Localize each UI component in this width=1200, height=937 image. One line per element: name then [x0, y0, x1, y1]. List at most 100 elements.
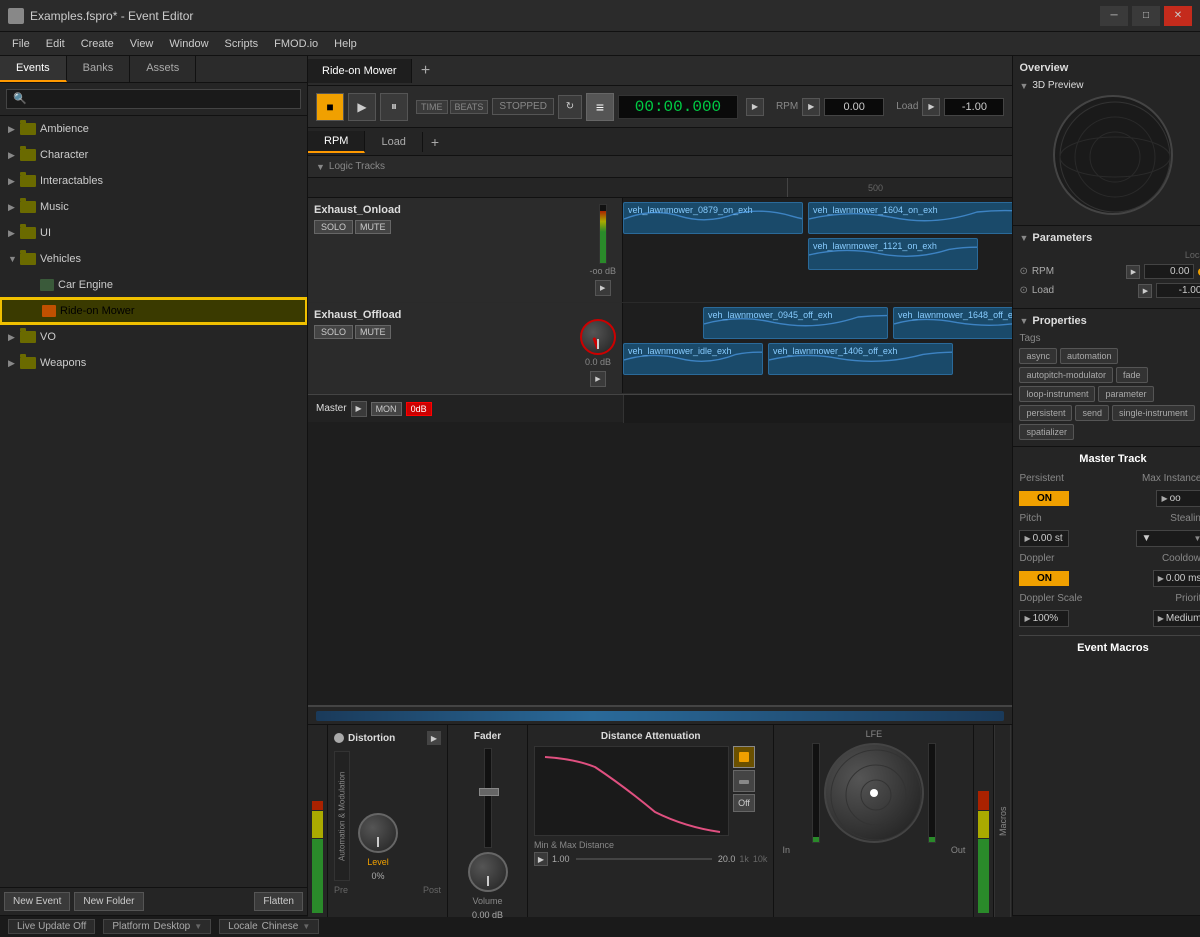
cooldown-value[interactable]: ▶ 0.00 ms	[1153, 570, 1200, 587]
stop-button[interactable]: ■	[316, 93, 344, 121]
menu-file[interactable]: File	[4, 36, 38, 52]
rpm-param-input[interactable]	[1144, 264, 1194, 279]
stealing-dropdown[interactable]: ▼ ▼	[1136, 530, 1200, 547]
dist-off-button[interactable]: Off	[733, 794, 755, 812]
pause-button[interactable]: ⏸	[380, 93, 408, 121]
volume-knob-exhaust-offload[interactable]	[580, 319, 616, 355]
track-play-exhaust-offload[interactable]: ▶	[590, 371, 606, 387]
audio-clip-1406[interactable]: veh_lawnmower_1406_off_exh	[768, 343, 953, 375]
fader-handle[interactable]	[479, 788, 499, 796]
track-play-exhaust-onload[interactable]: ▶	[595, 280, 611, 296]
menu-view[interactable]: View	[122, 36, 162, 52]
menu-scripts[interactable]: Scripts	[217, 36, 267, 52]
solo-button-exhaust-onload[interactable]: SOLO	[314, 220, 353, 234]
tab-assets[interactable]: Assets	[130, 56, 196, 82]
audio-clip-0945[interactable]: veh_lawnmower_0945_off_exh	[703, 307, 888, 339]
tag-single-instrument[interactable]: single-instrument	[1112, 405, 1195, 421]
play-button[interactable]: ▶	[348, 93, 376, 121]
audio-clip-1604[interactable]: veh_lawnmower_1604_on_exh	[808, 202, 1012, 234]
master-play-button[interactable]: ▶	[351, 401, 367, 417]
tree-item-ui[interactable]: ▶ UI	[0, 220, 307, 246]
new-folder-button[interactable]: New Folder	[74, 892, 143, 911]
dist-slider-bar[interactable]	[576, 858, 712, 860]
distortion-play[interactable]: ▶	[427, 731, 441, 745]
audio-clip-1648[interactable]: veh_lawnmower_1648_off_exh	[893, 307, 1012, 339]
param-tab-load[interactable]: Load	[365, 132, 422, 152]
param-tab-rpm[interactable]: RPM	[308, 131, 365, 153]
preview-3d-arrow[interactable]: ▼	[1019, 81, 1028, 91]
audio-clip-idle[interactable]: veh_lawnmower_idle_exh	[623, 343, 763, 375]
timeline-button[interactable]: ≡	[586, 93, 614, 121]
search-input[interactable]	[6, 89, 301, 109]
locale-item[interactable]: Locale Chinese ▼	[219, 919, 319, 934]
menu-window[interactable]: Window	[161, 36, 216, 52]
event-tab-ride-on-mower[interactable]: Ride-on Mower	[308, 59, 412, 83]
persistent-on-button[interactable]: ON	[1019, 491, 1069, 506]
priority-value[interactable]: ▶ Medium	[1153, 610, 1200, 627]
tree-item-interactables[interactable]: ▶ Interactables	[0, 168, 307, 194]
max-instances-play[interactable]: ▶	[1161, 494, 1167, 503]
live-update-item[interactable]: Live Update Off	[8, 919, 95, 934]
panner-knob[interactable]	[824, 743, 924, 843]
load-param-input[interactable]	[1156, 283, 1200, 298]
tag-fade[interactable]: fade	[1116, 367, 1148, 383]
tree-item-ambience[interactable]: ▶ Ambience	[0, 116, 307, 142]
tag-parameter[interactable]: parameter	[1098, 386, 1153, 402]
load-param-play[interactable]: ▶	[1138, 284, 1152, 298]
rpm-param-play[interactable]: ▶	[1126, 265, 1140, 279]
tab-events[interactable]: Events	[0, 56, 67, 82]
solo-button-exhaust-offload[interactable]: SOLO	[314, 325, 353, 339]
transport-play-fwd[interactable]: ▶	[746, 98, 764, 116]
close-button[interactable]: ✕	[1164, 6, 1192, 26]
maximize-button[interactable]: □	[1132, 6, 1160, 26]
mute-button-exhaust-offload[interactable]: MUTE	[355, 325, 391, 339]
tag-persistent[interactable]: persistent	[1019, 405, 1072, 421]
dist-btn-1[interactable]	[733, 746, 755, 768]
minimize-button[interactable]: ─	[1100, 6, 1128, 26]
tree-item-music[interactable]: ▶ Music	[0, 194, 307, 220]
add-param-tab-button[interactable]: +	[423, 130, 447, 154]
doppler-scale-value[interactable]: ▶ 100%	[1019, 610, 1069, 627]
tag-loop-instrument[interactable]: loop-instrument	[1019, 386, 1095, 402]
tree-item-ride-on-mower[interactable]: Ride-on Mower	[0, 298, 307, 324]
dist-btn-2[interactable]	[733, 770, 755, 792]
flatten-button[interactable]: Flatten	[254, 892, 303, 911]
tag-autopitch-modulator[interactable]: autopitch-modulator	[1019, 367, 1113, 383]
tree-item-vo[interactable]: ▶ VO	[0, 324, 307, 350]
distortion-level-knob[interactable]	[358, 813, 398, 853]
menu-help[interactable]: Help	[326, 36, 365, 52]
menu-fmodio[interactable]: FMOD.io	[266, 36, 326, 52]
doppler-on-button[interactable]: ON	[1019, 571, 1069, 586]
tag-automation[interactable]: automation	[1060, 348, 1119, 364]
add-event-tab-button[interactable]: +	[412, 57, 440, 85]
tab-banks[interactable]: Banks	[67, 56, 131, 82]
time-mode-time[interactable]: TIME	[416, 100, 448, 114]
menu-edit[interactable]: Edit	[38, 36, 73, 52]
audio-clip-0879[interactable]: veh_lawnmower_0879_on_exh	[623, 202, 803, 234]
tag-send[interactable]: send	[1075, 405, 1109, 421]
fader-volume-knob[interactable]	[468, 852, 508, 892]
tree-item-vehicles[interactable]: ▼ Vehicles	[0, 246, 307, 272]
pitch-value[interactable]: ▶ 0.00 st	[1019, 530, 1069, 547]
platform-item[interactable]: Platform Desktop ▼	[103, 919, 211, 934]
loop-button[interactable]: ↻	[558, 95, 582, 119]
time-mode-beats[interactable]: BEATS	[450, 100, 489, 114]
load-play-button[interactable]: ▶	[922, 98, 940, 116]
min-dist-play[interactable]: ▶	[534, 852, 548, 866]
logic-tracks-arrow[interactable]: ▼	[316, 162, 325, 172]
audio-clip-1121[interactable]: veh_lawnmower_1121_on_exh	[808, 238, 978, 270]
tag-spatializer[interactable]: spatializer	[1019, 424, 1074, 440]
rpm-input[interactable]: 0.00	[824, 98, 884, 116]
load-input[interactable]: -1.00	[944, 98, 1004, 116]
tree-item-car-engine[interactable]: Car Engine	[0, 272, 307, 298]
mute-button-exhaust-onload[interactable]: MUTE	[355, 220, 391, 234]
rpm-play-button[interactable]: ▶	[802, 98, 820, 116]
menu-create[interactable]: Create	[73, 36, 122, 52]
mon-button[interactable]: MON	[371, 402, 402, 416]
tree-item-weapons[interactable]: ▶ Weapons	[0, 350, 307, 376]
tree-item-character[interactable]: ▶ Character	[0, 142, 307, 168]
tag-async[interactable]: async	[1019, 348, 1057, 364]
params-arrow[interactable]: ▼	[1019, 233, 1028, 243]
fader-track[interactable]	[484, 748, 492, 848]
properties-arrow[interactable]: ▼	[1019, 316, 1028, 326]
